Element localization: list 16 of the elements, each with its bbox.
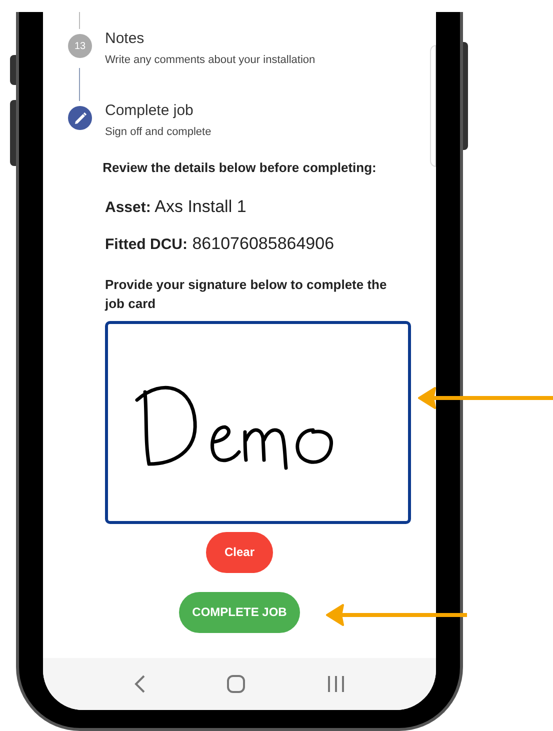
step-subtitle: Write any comments about your installation (105, 53, 316, 68)
back-icon[interactable] (134, 675, 146, 693)
recent-apps-icon[interactable] (327, 676, 346, 692)
step-number: 13 (68, 34, 92, 58)
pencil-icon (68, 106, 92, 130)
signature-pad[interactable] (105, 320, 411, 524)
step-subtitle: Sign off and complete (105, 125, 212, 140)
clear-button[interactable]: Clear (206, 532, 273, 572)
signature-prompt: Provide your signature below to complete the job card (105, 276, 388, 312)
home-icon[interactable] (227, 675, 246, 693)
detail-line: Asset: Axs Install 1 (105, 196, 248, 218)
detail-line: Fitted DCU: 861076085864906 (105, 233, 336, 255)
complete-job-button[interactable]: COMPLETE JOB (179, 592, 300, 632)
review-heading: Review the details below before completing: (102, 159, 378, 177)
step-title: Notes (105, 29, 146, 49)
step-title: Complete job (105, 101, 194, 121)
